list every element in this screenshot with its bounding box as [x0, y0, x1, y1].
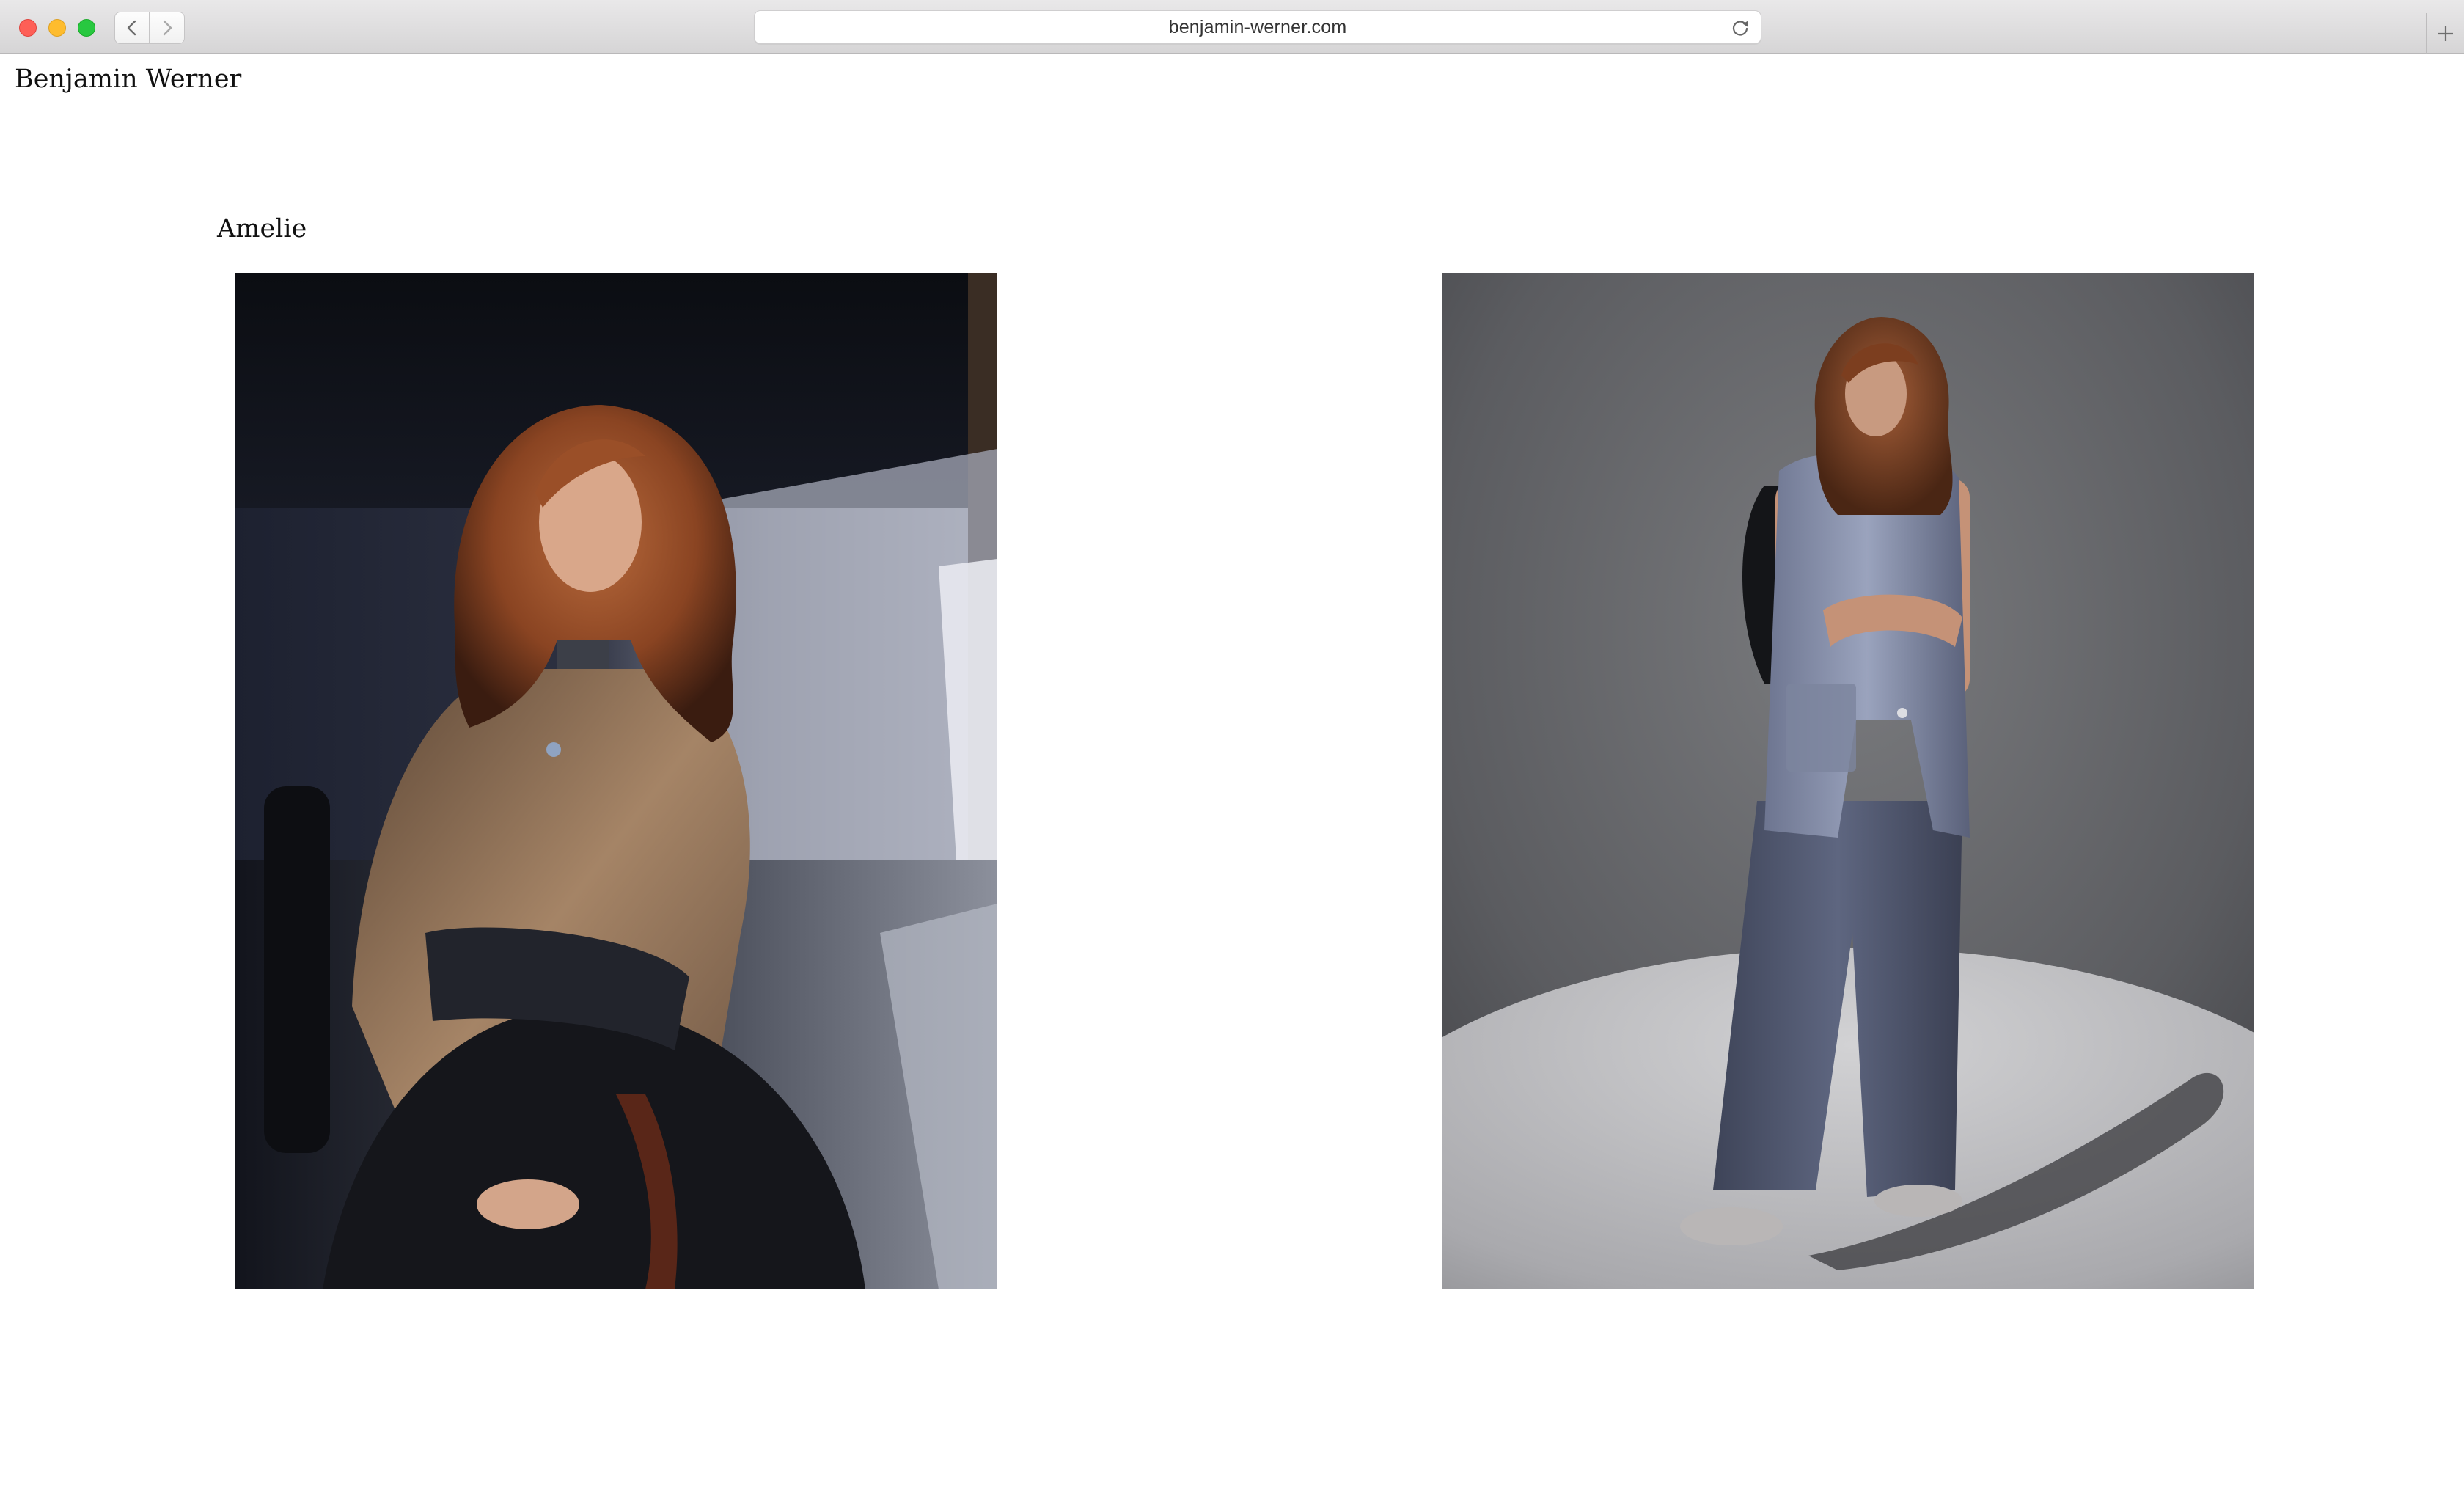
browser-window: benjamin-werner.com Benjamin Werner Amel… [0, 0, 2464, 1508]
browser-toolbar: benjamin-werner.com [0, 0, 2464, 54]
back-button[interactable] [114, 12, 150, 44]
zoom-window-button[interactable] [78, 19, 95, 37]
site-title-link[interactable]: Benjamin Werner [15, 65, 241, 94]
new-tab-button[interactable] [2426, 13, 2464, 54]
photo-standing-full-length[interactable] [1442, 273, 2254, 1289]
photo-seated-portrait[interactable] [235, 273, 997, 1289]
page-content: Benjamin Werner Amelie [0, 54, 2464, 1508]
forward-button[interactable] [150, 12, 185, 44]
address-bar[interactable]: benjamin-werner.com [754, 10, 1761, 44]
chevron-right-icon [163, 20, 172, 36]
chevron-left-icon [127, 20, 136, 36]
reload-icon[interactable] [1730, 18, 1750, 38]
photo-standing-full-length-image [1442, 273, 2254, 1289]
project-title: Amelie [217, 214, 307, 244]
address-bar-url: benjamin-werner.com [1168, 16, 1347, 37]
minimize-window-button[interactable] [48, 19, 66, 37]
close-window-button[interactable] [19, 19, 37, 37]
plus-icon [2438, 26, 2453, 41]
photo-seated-portrait-image [235, 273, 997, 1289]
